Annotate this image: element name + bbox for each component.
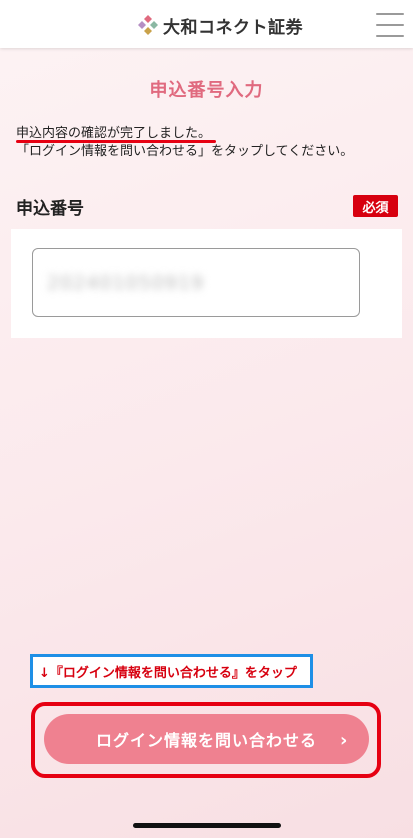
hamburger-menu-icon[interactable]	[376, 13, 404, 37]
app-header: 大和コネクト証券	[0, 0, 413, 48]
cta-label: ログイン情報を問い合わせる	[95, 731, 317, 750]
application-number-input[interactable]: 202401050919	[32, 248, 360, 317]
required-badge: 必須	[353, 195, 398, 217]
home-indicator	[133, 823, 281, 828]
inquire-login-info-button[interactable]: ログイン情報を問い合わせる	[44, 714, 369, 764]
highlight-underline	[16, 140, 216, 143]
brand-logo[interactable]: 大和コネクト証券	[137, 12, 303, 38]
masked-application-number: 202401050919	[47, 271, 205, 294]
brand-name: 大和コネクト証券	[163, 17, 303, 38]
daiwa-connect-logo-icon	[138, 15, 158, 35]
notice-line-2: 「ログイン情報を問い合わせる」をタップしてください。	[16, 144, 354, 159]
instruction-hint: ↓『ログイン情報を問い合わせる』をタップ	[30, 654, 313, 688]
application-number-label: 申込番号	[16, 199, 84, 219]
chevron-right-icon: ›	[340, 730, 348, 751]
page-title: 申込番号入力	[149, 80, 264, 101]
completion-notice: 申込内容の確認が完了しました。 「ログイン情報を問い合わせる」をタップしてくださ…	[16, 125, 406, 161]
